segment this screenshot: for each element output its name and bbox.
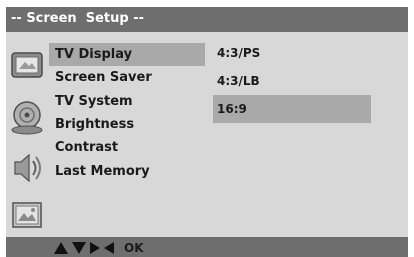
menu-item-screen-saver[interactable]: Screen Saver: [49, 66, 152, 89]
option-4-3-lb[interactable]: 4:3/LB: [213, 67, 260, 95]
option-4-3-ps[interactable]: 4:3/PS: [213, 39, 260, 67]
up-arrow-icon: [54, 242, 72, 254]
title-bar: -- Screen Setup --: [6, 7, 408, 32]
option-16-9[interactable]: 16:9: [213, 95, 371, 123]
menu-item-tv-system[interactable]: TV System: [49, 90, 133, 113]
ok-label: OK: [124, 241, 144, 255]
left-arrow-icon: [104, 242, 118, 254]
menu-item-tv-display[interactable]: TV Display: [49, 43, 205, 66]
right-arrow-icon: [90, 242, 104, 254]
menu-item-contrast[interactable]: Contrast: [49, 136, 118, 159]
picture-icon[interactable]: [9, 197, 45, 233]
menu-item-brightness[interactable]: Brightness: [49, 113, 134, 136]
nav-hints: OK: [54, 240, 144, 256]
tv-screen-icon[interactable]: [9, 47, 45, 83]
audio-icon[interactable]: [9, 150, 45, 186]
bottom-bar: OK: [6, 237, 408, 257]
down-arrow-icon: [72, 242, 90, 254]
page-title: -- Screen Setup --: [11, 11, 145, 26]
menu-item-last-memory[interactable]: Last Memory: [49, 160, 150, 183]
screen-setup-window: -- Screen Setup -- TV Display Screen Sav…: [6, 7, 408, 257]
content-area: TV Display Screen Saver TV System Bright…: [6, 32, 408, 237]
disc-icon[interactable]: [9, 100, 45, 136]
